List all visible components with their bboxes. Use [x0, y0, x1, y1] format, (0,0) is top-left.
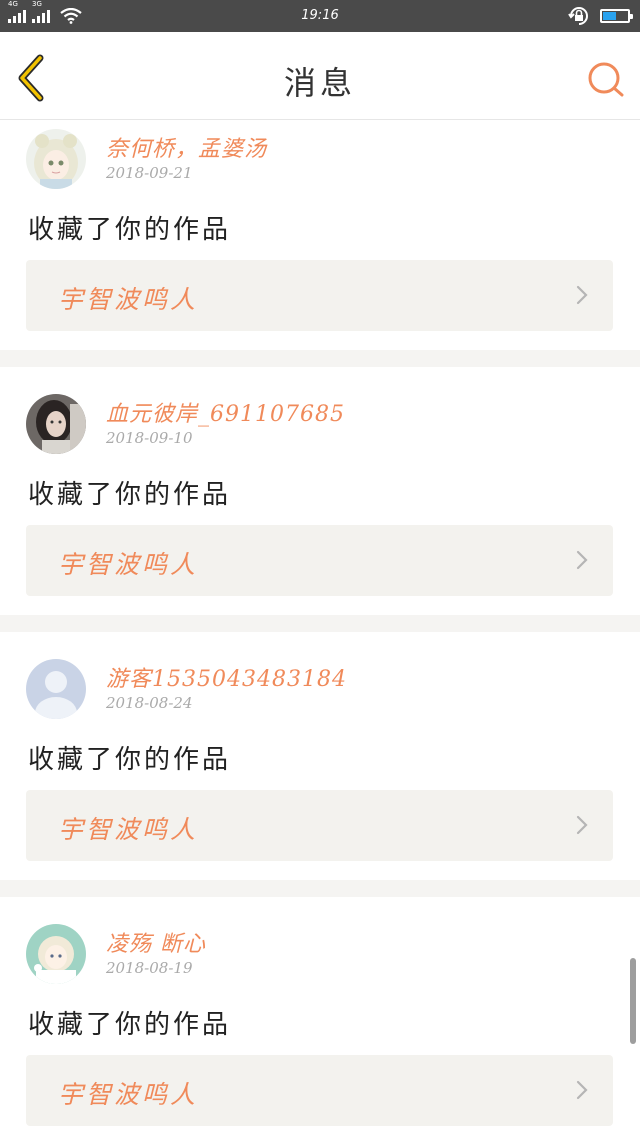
message-action: 收藏了你的作品 [28, 745, 232, 775]
work-title: 宇智波鸣人 [58, 550, 199, 579]
battery-level [603, 12, 617, 20]
message-feed[interactable]: 奈何桥，孟婆汤 2018-09-21 收藏了你的作品 宇智波鸣人 血元彼岸_69… [0, 120, 640, 1138]
work-link[interactable]: 宇智波鸣人 [26, 260, 613, 331]
username[interactable]: 血元彼岸_691107685 [106, 396, 345, 428]
default-user-avatar-icon [26, 659, 86, 719]
username[interactable]: 游客1535043483184 [106, 661, 347, 693]
chevron-right-icon [576, 285, 588, 305]
photo-avatar-icon [26, 394, 86, 454]
status-right [568, 6, 633, 26]
search-icon [588, 62, 624, 97]
message-item: 凌殇 断心 2018-08-19 收藏了你的作品 宇智波鸣人 [0, 897, 640, 1138]
chevron-right-icon [576, 815, 588, 835]
network-4g-label: 4G [8, 0, 18, 8]
work-title: 宇智波鸣人 [58, 285, 199, 314]
work-title: 宇智波鸣人 [58, 1080, 199, 1109]
avatar[interactable] [26, 659, 86, 719]
message-action: 收藏了你的作品 [28, 215, 232, 245]
scrollbar[interactable] [630, 958, 636, 1044]
anime-boy-avatar-icon [26, 924, 86, 984]
network-3g-label: 3G [32, 0, 42, 8]
message-item: 血元彼岸_691107685 2018-09-10 收藏了你的作品 宇智波鸣人 [0, 367, 640, 615]
username[interactable]: 凌殇 断心 [106, 926, 206, 958]
work-link[interactable]: 宇智波鸣人 [26, 525, 613, 596]
work-title: 宇智波鸣人 [58, 815, 199, 844]
status-time: 19:16 [301, 8, 339, 23]
chevron-right-icon [576, 550, 588, 570]
message-action: 收藏了你的作品 [28, 1010, 232, 1040]
avatar[interactable] [26, 129, 86, 189]
message-date: 2018-08-19 [106, 959, 193, 977]
work-link[interactable]: 宇智波鸣人 [26, 1055, 613, 1126]
search-button[interactable] [586, 60, 626, 100]
nav-bar: 消息 [0, 32, 640, 120]
chevron-right-icon [576, 1080, 588, 1100]
message-date: 2018-08-24 [106, 694, 193, 712]
page-title: 消息 [283, 64, 356, 102]
message-item: 游客1535043483184 2018-08-24 收藏了你的作品 宇智波鸣人 [0, 632, 640, 880]
message-list: 奈何桥，孟婆汤 2018-09-21 收藏了你的作品 宇智波鸣人 血元彼岸_69… [0, 120, 640, 1138]
battery-icon [600, 9, 633, 23]
message-date: 2018-09-10 [106, 429, 193, 447]
rotation-lock-icon [568, 7, 588, 25]
message-item: 奈何桥，孟婆汤 2018-09-21 收藏了你的作品 宇智波鸣人 [0, 120, 640, 350]
message-action: 收藏了你的作品 [28, 480, 232, 510]
message-date: 2018-09-21 [106, 164, 193, 182]
work-link[interactable]: 宇智波鸣人 [26, 790, 613, 861]
avatar[interactable] [26, 394, 86, 454]
anime-girl-avatar-icon [26, 129, 86, 189]
status-bar: 4G 3G 19:16 [0, 0, 640, 32]
avatar[interactable] [26, 924, 86, 984]
username[interactable]: 奈何桥，孟婆汤 [106, 131, 267, 163]
